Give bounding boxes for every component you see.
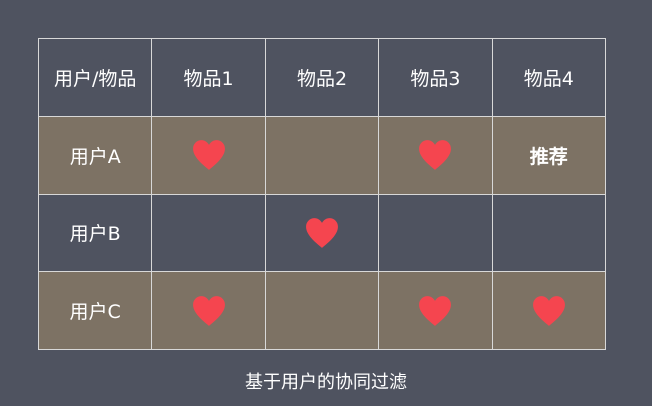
header-corner: 用户/物品 (39, 39, 153, 117)
heart-icon (192, 295, 226, 327)
cell-b-4 (492, 194, 606, 273)
row-label-user-a: 用户A (39, 116, 153, 195)
heart-icon (418, 139, 452, 171)
cell-a-1 (152, 116, 266, 195)
cell-c-3 (379, 272, 493, 350)
cell-a-4-recommend: 推荐 (492, 116, 606, 195)
header-item-1: 物品1 (152, 39, 266, 117)
header-item-2: 物品2 (265, 39, 380, 117)
heart-icon (305, 217, 339, 249)
cell-c-4 (492, 272, 606, 350)
cell-c-2 (265, 272, 380, 350)
row-label-user-b: 用户B (39, 194, 153, 273)
cell-a-2 (265, 116, 380, 195)
header-item-3: 物品3 (379, 39, 493, 117)
cell-b-1 (152, 194, 266, 273)
heart-icon (532, 295, 566, 327)
cell-b-2 (265, 194, 380, 273)
cell-a-3 (379, 116, 493, 195)
cell-c-1 (152, 272, 266, 350)
user-item-matrix: 用户/物品 物品1 物品2 物品3 物品4 用户A 推荐 用户B 用户C (38, 38, 606, 350)
diagram-caption: 基于用户的协同过滤 (245, 372, 407, 393)
row-label-user-c: 用户C (39, 272, 153, 350)
heart-icon (192, 139, 226, 171)
header-item-4: 物品4 (492, 39, 606, 117)
cell-b-3 (379, 194, 493, 273)
heart-icon (418, 295, 452, 327)
